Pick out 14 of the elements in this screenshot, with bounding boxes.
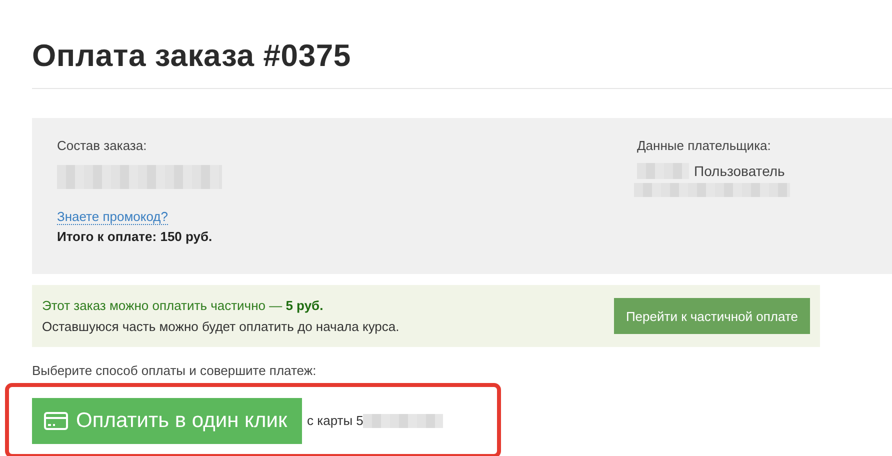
payer-name: Пользователь [694, 163, 785, 179]
page-title: Оплата заказа #0375 [32, 37, 352, 75]
payment-prompt: Выберите способ оплаты и совершите платеж: [32, 363, 318, 378]
order-label: Состав заказа: [57, 138, 148, 153]
partial-payment-button[interactable]: Перейти к частичной оплате [614, 298, 810, 334]
partial-payment-note: Оставшуюся часть можно будет оплатить до начала курса. [42, 319, 400, 334]
credit-card-icon [44, 412, 68, 430]
payer-label: Данные плательщика: [637, 138, 772, 153]
redacted-text [637, 163, 689, 179]
one-click-pay-button[interactable]: Оплатить в один клик [32, 398, 302, 444]
promo-link[interactable]: Знаете промокод? [57, 209, 168, 225]
order-total: Итого к оплате: 150 руб. [57, 229, 214, 244]
partial-payment-text: Этот заказ можно оплатить частично — 5 руб. [42, 298, 324, 313]
card-label: с карты 5 [307, 413, 364, 428]
